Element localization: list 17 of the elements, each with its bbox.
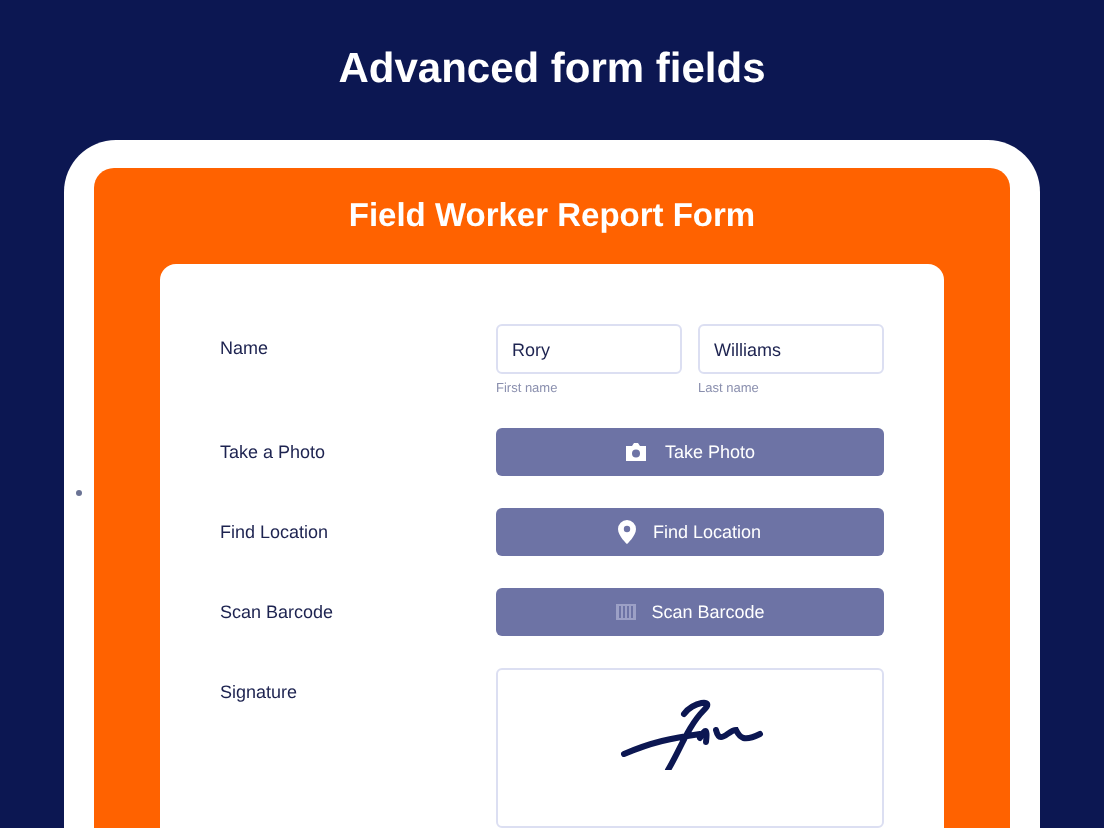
field-label: Name: [220, 336, 271, 362]
field-label: Take a Photo: [220, 440, 328, 466]
barcode-icon: [615, 604, 636, 620]
text-input-field[interactable]: Rory: [496, 324, 682, 374]
text-input-field[interactable]: Williams: [698, 324, 884, 374]
field-label: Signature: [220, 680, 300, 706]
form-button[interactable]: Take Photo: [496, 428, 884, 476]
location-pin-icon: [618, 520, 637, 544]
signature-pad[interactable]: [496, 668, 884, 828]
form-title: Field Worker Report Form: [348, 197, 756, 235]
field-label: Find Location: [220, 520, 331, 546]
camera-icon: [624, 442, 649, 462]
device-camera-icon: [76, 490, 82, 496]
form-button[interactable]: Find Location: [496, 508, 884, 556]
headline: Advanced form fields: [338, 46, 766, 94]
form-button[interactable]: Scan Barcode: [496, 588, 884, 636]
field-label: Scan Barcode: [220, 600, 336, 626]
